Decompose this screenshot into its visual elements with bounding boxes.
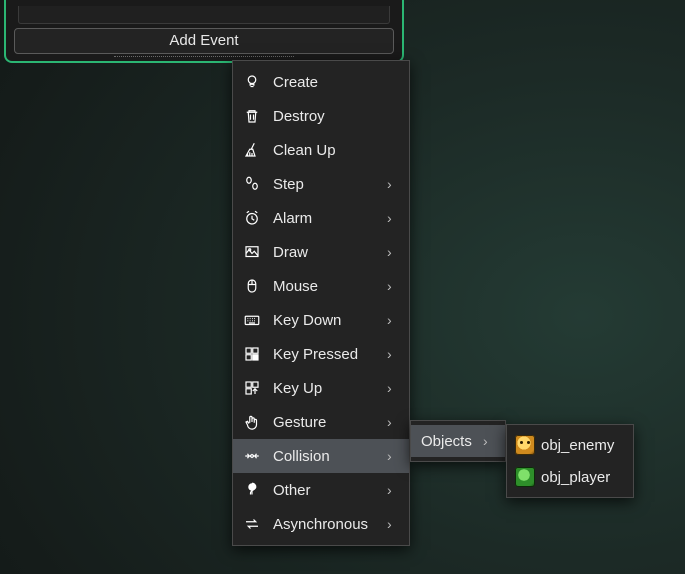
- draw-icon: [241, 241, 263, 263]
- chevron-right-icon: ›: [387, 346, 401, 362]
- chevron-right-icon: ›: [387, 448, 401, 464]
- menu-item-label: Destroy: [263, 108, 401, 125]
- add-event-button[interactable]: Add Event: [14, 28, 394, 54]
- submenu-item-objects[interactable]: Objects ›: [411, 425, 505, 457]
- chevron-right-icon: ›: [483, 433, 497, 449]
- object-item-label: obj_player: [535, 469, 625, 486]
- menu-item-label: Key Up: [263, 380, 387, 397]
- menu-item-collision[interactable]: Collision ›: [233, 439, 409, 473]
- gesture-icon: [241, 411, 263, 433]
- menu-item-label: Collision: [263, 448, 387, 465]
- events-panel: Add Event: [4, 0, 404, 63]
- submenu-item-label: Objects: [419, 433, 483, 450]
- menu-item-label: Draw: [263, 244, 387, 261]
- menu-item-gesture[interactable]: Gesture ›: [233, 405, 409, 439]
- menu-item-label: Alarm: [263, 210, 387, 227]
- menu-item-label: Key Pressed: [263, 346, 387, 363]
- event-context-menu: Create Destroy Clean Up Step › Alarm › D…: [232, 60, 410, 546]
- objects-submenu: obj_enemy obj_player: [506, 424, 634, 498]
- keypress-icon: [241, 343, 263, 365]
- chevron-right-icon: ›: [387, 414, 401, 430]
- steps-icon: [241, 173, 263, 195]
- alarm-icon: [241, 207, 263, 229]
- menu-item-asynchronous[interactable]: Asynchronous ›: [233, 507, 409, 541]
- async-icon: [241, 513, 263, 535]
- menu-item-keyup[interactable]: Key Up ›: [233, 371, 409, 405]
- keyup-icon: [241, 377, 263, 399]
- menu-item-step[interactable]: Step ›: [233, 167, 409, 201]
- menu-item-draw[interactable]: Draw ›: [233, 235, 409, 269]
- object-item-label: obj_enemy: [535, 437, 625, 454]
- collision-submenu: Objects ›: [410, 420, 506, 462]
- object-item-player[interactable]: obj_player: [507, 461, 633, 493]
- menu-item-mouse[interactable]: Mouse ›: [233, 269, 409, 303]
- chevron-right-icon: ›: [387, 176, 401, 192]
- chevron-right-icon: ›: [387, 380, 401, 396]
- object-item-enemy[interactable]: obj_enemy: [507, 429, 633, 461]
- chevron-right-icon: ›: [387, 312, 401, 328]
- bulb-icon: [241, 71, 263, 93]
- menu-item-label: Step: [263, 176, 387, 193]
- menu-item-label: Create: [263, 74, 401, 91]
- menu-item-keydown[interactable]: Key Down ›: [233, 303, 409, 337]
- events-list-box: [18, 6, 390, 24]
- chevron-right-icon: ›: [387, 244, 401, 260]
- menu-item-create[interactable]: Create: [233, 65, 409, 99]
- menu-item-alarm[interactable]: Alarm ›: [233, 201, 409, 235]
- obj-player-icon: [515, 467, 535, 487]
- chevron-right-icon: ›: [387, 278, 401, 294]
- menu-item-cleanup[interactable]: Clean Up: [233, 133, 409, 167]
- chevron-right-icon: ›: [387, 210, 401, 226]
- keyboard-icon: [241, 309, 263, 331]
- menu-item-label: Asynchronous: [263, 516, 387, 533]
- trash-icon: [241, 105, 263, 127]
- menu-item-label: Clean Up: [263, 142, 401, 159]
- mouse-icon: [241, 275, 263, 297]
- menu-item-destroy[interactable]: Destroy: [233, 99, 409, 133]
- menu-item-label: Gesture: [263, 414, 387, 431]
- menu-item-label: Other: [263, 482, 387, 499]
- broom-icon: [241, 139, 263, 161]
- obj-enemy-icon: [515, 435, 535, 455]
- menu-item-label: Mouse: [263, 278, 387, 295]
- other-icon: [241, 479, 263, 501]
- menu-item-label: Key Down: [263, 312, 387, 329]
- menu-item-keypressed[interactable]: Key Pressed ›: [233, 337, 409, 371]
- menu-item-other[interactable]: Other ›: [233, 473, 409, 507]
- chevron-right-icon: ›: [387, 516, 401, 532]
- resize-grip[interactable]: [114, 56, 294, 57]
- collision-icon: [241, 445, 263, 467]
- chevron-right-icon: ›: [387, 482, 401, 498]
